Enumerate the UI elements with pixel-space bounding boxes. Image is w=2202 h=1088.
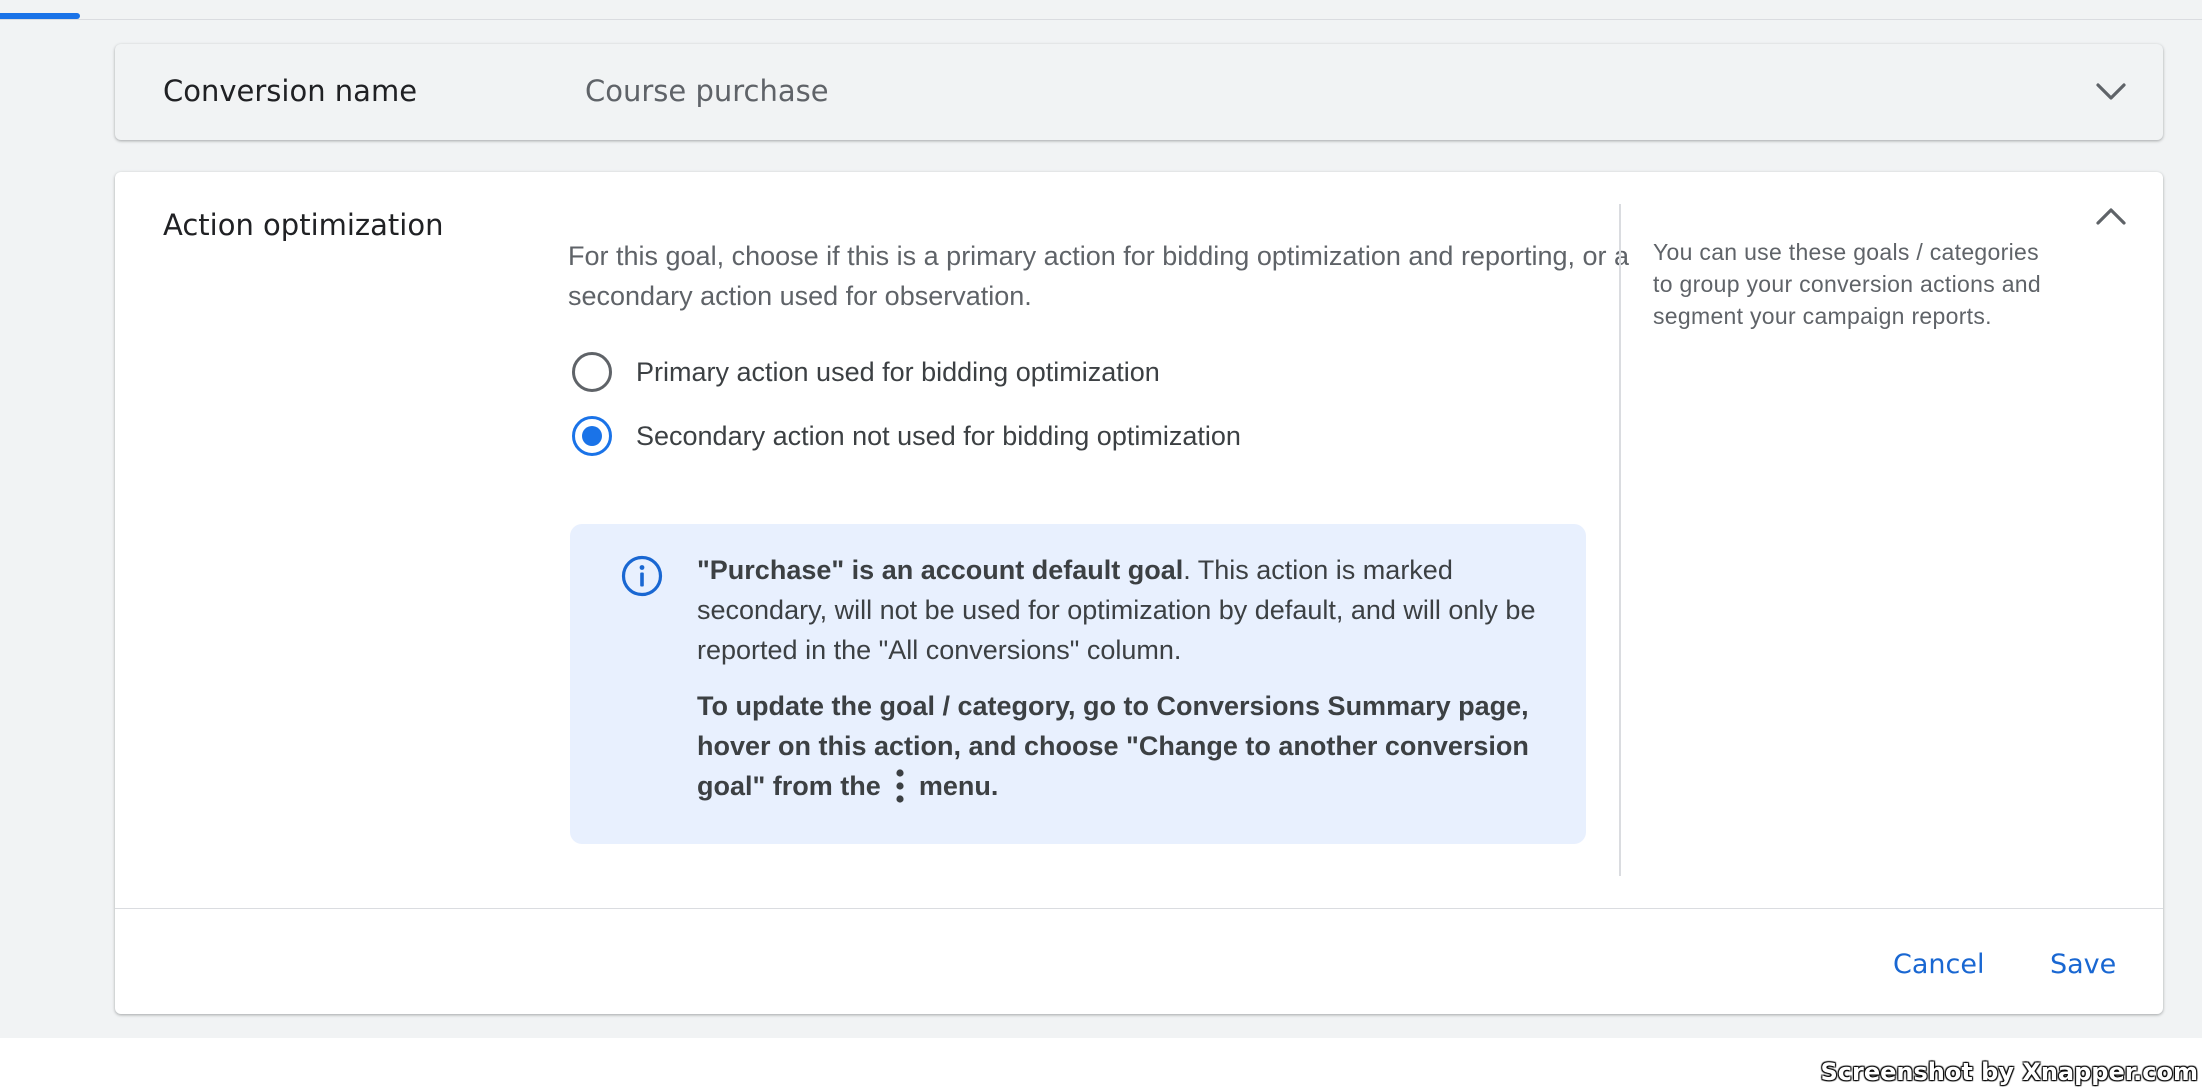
secondary-action-label: Secondary action not used for bidding op… — [636, 420, 1241, 451]
conversion-name-value: Course purchase — [585, 74, 829, 108]
notice-instruction: To update the goal / category, go to Con… — [697, 686, 1547, 806]
conversion-name-section[interactable]: Conversion name Course purchase — [115, 44, 2163, 140]
screenshot-watermark: Screenshot by Xnapper.com — [1820, 1058, 2198, 1086]
cancel-button[interactable]: Cancel — [1893, 936, 1984, 992]
secondary-action-option[interactable]: Secondary action not used for bidding op… — [572, 414, 1241, 458]
instruction-menu-text: menu. — [918, 771, 999, 801]
action-optimization-section: Action optimization For this goal, choos… — [115, 172, 2163, 1014]
active-tab-indicator — [0, 13, 80, 19]
chevron-down-icon[interactable] — [2087, 68, 2135, 116]
secondary-action-radio[interactable] — [572, 416, 612, 456]
instruction-text: To update the goal / category, go to Con… — [697, 691, 1529, 801]
save-button[interactable]: Save — [2050, 936, 2116, 992]
notice-title: "Purchase" is an account default goal — [697, 555, 1184, 585]
primary-action-label: Primary action used for bidding optimiza… — [636, 356, 1160, 387]
primary-action-radio[interactable] — [572, 352, 612, 392]
helper-text: You can use these goals / categories to … — [1653, 239, 2041, 329]
top-tab-strip — [0, 0, 2202, 20]
action-optimization-label: Action optimization — [163, 208, 444, 242]
footer-divider — [115, 908, 2163, 909]
optimization-description: For this goal, choose if this is a prima… — [568, 241, 1630, 311]
more-vert-icon — [896, 769, 904, 803]
info-icon — [621, 555, 663, 597]
notice-message: "Purchase" is an account default goal. T… — [697, 550, 1547, 670]
conversion-name-label: Conversion name — [163, 74, 418, 108]
chevron-up-icon[interactable] — [2087, 192, 2135, 240]
primary-action-option[interactable]: Primary action used for bidding optimiza… — [572, 350, 1160, 394]
default-goal-notice: "Purchase" is an account default goal. T… — [570, 524, 1586, 844]
side-panel-divider — [1619, 204, 1621, 876]
